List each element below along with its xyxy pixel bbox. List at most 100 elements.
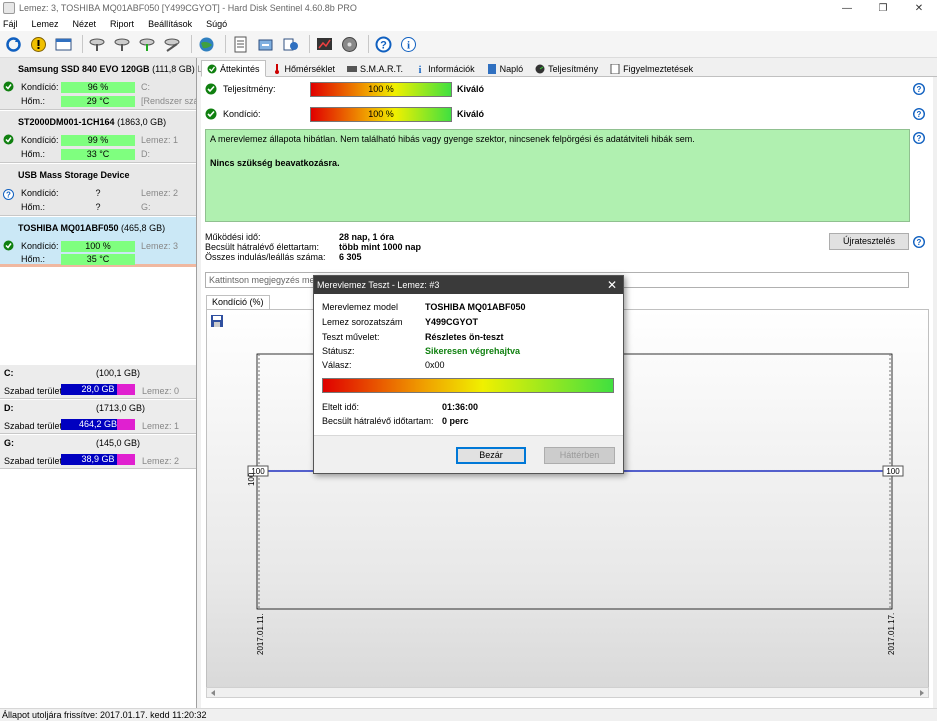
start-stop-value: 6 305 bbox=[339, 252, 362, 262]
help-icon[interactable]: ? bbox=[913, 108, 925, 120]
help-icon[interactable]: ? bbox=[373, 34, 394, 55]
svg-text:?: ? bbox=[917, 238, 922, 247]
close-window-button[interactable]: ✕ bbox=[901, 0, 937, 16]
log-icon bbox=[487, 63, 496, 74]
alert-icon[interactable] bbox=[28, 34, 49, 55]
toolbar: ? i bbox=[0, 31, 937, 58]
menu-disk[interactable]: Lemez bbox=[32, 19, 59, 29]
lifetime-value: több mint 1000 nap bbox=[339, 242, 422, 252]
x-tick-label-end: 2017.01.17. bbox=[887, 613, 896, 655]
window-icon[interactable] bbox=[53, 34, 74, 55]
tab-performance[interactable]: Teljesítmény bbox=[529, 60, 604, 77]
help-icon[interactable]: ? bbox=[913, 132, 925, 144]
health-message: A merevlemez állapota hibátlan. Nem talá… bbox=[210, 134, 695, 144]
disk-item-usb[interactable]: USB Mass Storage Device ? Kondíció:? Leme… bbox=[0, 164, 196, 216]
condition-bar: 100 % bbox=[310, 107, 452, 122]
thermometer-icon bbox=[274, 63, 279, 74]
minimize-button[interactable]: — bbox=[829, 0, 865, 16]
disk-item-st2000[interactable]: ST2000DM001-1CH164 (1863,0 GB) Kondíció:… bbox=[0, 111, 196, 163]
toolbar-separator bbox=[191, 35, 192, 53]
free-space-bar: 28,0 GB bbox=[61, 384, 135, 395]
menu-help[interactable]: Súgó bbox=[206, 19, 227, 29]
condition-bar: ? bbox=[95, 188, 101, 198]
volume-item-g[interactable]: G: (145,0 GB) Szabad terület 38,9 GB Lem… bbox=[0, 435, 196, 469]
toolbar-separator bbox=[225, 35, 226, 53]
menu-view[interactable]: Nézet bbox=[73, 19, 97, 29]
condition-bar: 96 % bbox=[61, 82, 135, 93]
model-value: TOSHIBA MQ01ABF050 bbox=[425, 302, 526, 312]
scroll-left-icon[interactable] bbox=[209, 689, 217, 697]
help-icon[interactable]: ? bbox=[913, 236, 925, 248]
toolbar-separator bbox=[368, 35, 369, 53]
x-tick-label-start: 2017.01.11. bbox=[256, 613, 265, 655]
menu-settings[interactable]: Beállítások bbox=[148, 19, 192, 29]
disk-wand-icon[interactable] bbox=[162, 34, 183, 55]
alert-doc-icon bbox=[610, 63, 620, 74]
disk-icon[interactable] bbox=[339, 34, 360, 55]
export-icon[interactable] bbox=[255, 34, 276, 55]
menu-file[interactable]: Fájl bbox=[3, 19, 18, 29]
tab-overview[interactable]: Áttekintés bbox=[201, 60, 266, 77]
disk-test-icon[interactable] bbox=[112, 34, 133, 55]
toolbar-separator bbox=[82, 35, 83, 53]
health-message-box: A merevlemez állapota hibátlan. Nem talá… bbox=[205, 129, 910, 222]
title-bar: Lemez: 3, TOSHIBA MQ01ABF050 [Y499CGYOT]… bbox=[0, 0, 937, 16]
globe-icon[interactable] bbox=[196, 34, 217, 55]
uptime-value: 28 nap, 1 óra bbox=[339, 232, 395, 242]
dialog-title-bar: Merevlemez Teszt - Lemez: #3 ✕ bbox=[314, 276, 623, 294]
disk-name: ST2000DM001-1CH164 (1863,0 GB) bbox=[18, 117, 167, 127]
tab-log[interactable]: Napló bbox=[481, 60, 530, 77]
menu-report[interactable]: Riport bbox=[110, 19, 134, 29]
retest-button[interactable]: Újratesztelés bbox=[829, 233, 909, 250]
disk-item-samsung[interactable]: Samsung SSD 840 EVO 120GB (111,8 GB) Le … bbox=[0, 58, 207, 110]
volume-item-c[interactable]: C: (100,1 GB) Szabad terület 28,0 GB Lem… bbox=[0, 365, 196, 399]
temperature-bar: 33 °C bbox=[61, 149, 135, 160]
tab-information[interactable]: i Információk bbox=[409, 60, 481, 77]
gauge-icon bbox=[535, 64, 545, 73]
svg-text:i: i bbox=[419, 65, 422, 74]
elapsed-value: 01:36:00 bbox=[442, 402, 479, 412]
tab-temperature[interactable]: Hőmérséklet bbox=[266, 60, 342, 77]
temperature-bar: ? bbox=[95, 202, 101, 212]
maximize-button[interactable]: ❐ bbox=[865, 0, 901, 16]
disk-item-toshiba[interactable]: TOSHIBA MQ01ABF050 (465,8 GB) Kondíció: 1… bbox=[0, 217, 196, 267]
disk-name: Samsung SSD 840 EVO 120GB (111,8 GB) Le bbox=[18, 64, 207, 74]
report-icon[interactable] bbox=[230, 34, 251, 55]
disk-list-pane: Samsung SSD 840 EVO 120GB (111,8 GB) Le … bbox=[0, 58, 207, 708]
volume-item-d[interactable]: D: (1713,0 GB) Szabad terület 464,2 GB L… bbox=[0, 400, 196, 434]
tab-condition-graph[interactable]: Kondíció (%) bbox=[206, 295, 270, 309]
help-icon[interactable]: ? bbox=[913, 83, 925, 95]
y-tick-label-right: 100 bbox=[886, 467, 900, 476]
send-icon[interactable] bbox=[280, 34, 301, 55]
check-icon bbox=[205, 83, 217, 95]
check-icon bbox=[205, 108, 217, 120]
status-bar: Állapot utoljára frissítve: 2017.01.17. … bbox=[0, 708, 937, 720]
menu-bar: Fájl Lemez Nézet Riport Beállítások Súgó bbox=[0, 16, 937, 31]
disk-name: TOSHIBA MQ01ABF050 (465,8 GB) bbox=[18, 223, 166, 233]
horizontal-scrollbar[interactable] bbox=[206, 687, 929, 698]
toolbar-separator bbox=[309, 35, 310, 53]
close-icon[interactable]: ✕ bbox=[607, 276, 617, 294]
free-space-bar: 38,9 GB bbox=[61, 454, 135, 465]
info-icon[interactable]: i bbox=[398, 34, 419, 55]
background-button[interactable]: Háttérben bbox=[544, 447, 615, 464]
close-dialog-button[interactable]: Bezár bbox=[456, 447, 526, 464]
info-icon: i bbox=[419, 65, 422, 74]
disk-test-icon[interactable] bbox=[137, 34, 158, 55]
tab-smart[interactable]: S.M.A.R.T. bbox=[341, 60, 409, 77]
serial-value: Y499CGYOT bbox=[425, 317, 479, 327]
condition-row: Kondíció: 100 % Kiváló bbox=[201, 105, 933, 123]
tab-alerts[interactable]: Figyelmeztetések bbox=[604, 60, 699, 77]
check-icon bbox=[207, 64, 217, 73]
disk-test-dialog: Merevlemez Teszt - Lemez: #3 ✕ Merevleme… bbox=[313, 275, 624, 474]
chart-icon[interactable] bbox=[314, 34, 335, 55]
disk-info: Működési idő: 28 nap, 1 óra Becsült hátra… bbox=[205, 232, 422, 262]
disk-test-icon[interactable] bbox=[87, 34, 108, 55]
refresh-icon[interactable] bbox=[3, 34, 24, 55]
dialog-body: Merevlemez model TOSHIBA MQ01ABF050 Lemez… bbox=[314, 294, 623, 435]
condition-bar: 100 % bbox=[61, 241, 135, 252]
performance-row: Teljesítmény: 100 % Kiváló bbox=[201, 80, 933, 98]
scroll-right-icon[interactable] bbox=[918, 689, 926, 697]
disk-name: USB Mass Storage Device bbox=[18, 170, 130, 180]
svg-text:i: i bbox=[407, 39, 410, 51]
